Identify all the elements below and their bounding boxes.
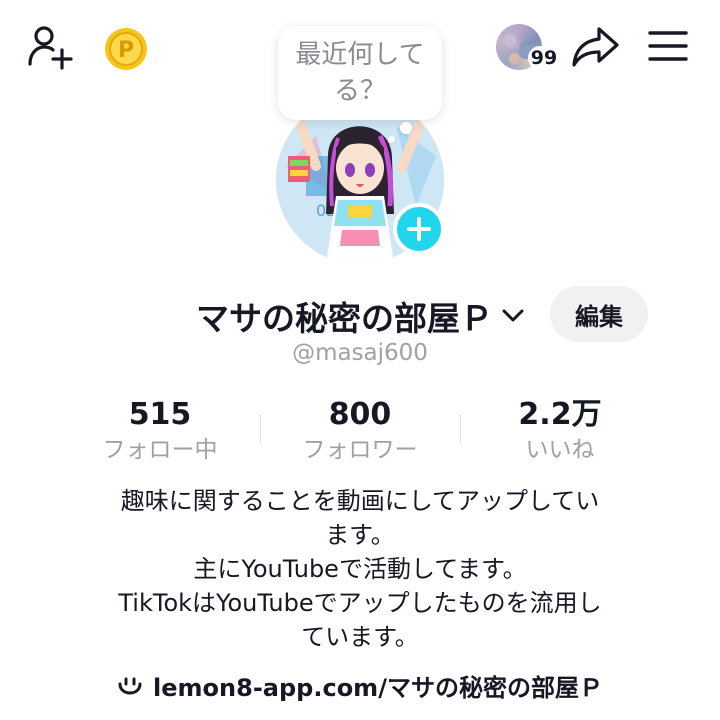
- name-row: マサの秘密の部屋Ｐ 編集: [0, 286, 720, 342]
- share-arrow-icon: [572, 27, 619, 67]
- chevron-down-icon[interactable]: [500, 302, 526, 328]
- add-friend-button[interactable]: [26, 24, 76, 70]
- profile-link-text: lemon8-app.com/マサの秘密の部屋Ｐ: [153, 674, 603, 702]
- followers-label: フォロワー: [302, 437, 418, 463]
- status-bubble[interactable]: 最近何して る？: [278, 26, 442, 120]
- bubble-tail-dot: [400, 122, 412, 134]
- followers-count: 800: [328, 397, 392, 432]
- menu-button[interactable]: [646, 26, 690, 66]
- following-label: フォロー中: [102, 437, 218, 463]
- bio-line: ます。: [325, 521, 395, 549]
- notification-count: 99: [528, 46, 560, 70]
- lemon8-smile-icon: [118, 677, 142, 695]
- following-count: 515: [128, 397, 192, 432]
- coin-icon: P: [105, 28, 147, 70]
- coin-button[interactable]: P: [104, 27, 148, 71]
- profile-name[interactable]: マサの秘密の部屋Ｐ: [196, 292, 493, 340]
- share-button[interactable]: [570, 24, 620, 70]
- stat-following[interactable]: 515 フォロー中: [60, 396, 260, 466]
- bio-line: 趣味に関することを動画にしてアップしてい: [120, 487, 600, 515]
- coin-letter: P: [118, 38, 134, 63]
- bio-line: 主にYouTubeで活動してます。: [193, 555, 527, 583]
- status-bubble-line1: 最近何して: [295, 40, 425, 70]
- stat-likes[interactable]: 2.2万 いいね: [460, 396, 660, 466]
- status-bubble-line2: る？: [333, 76, 386, 106]
- edit-profile-button[interactable]: 編集: [550, 286, 648, 342]
- stat-followers[interactable]: 800 フォロワー: [260, 396, 460, 466]
- likes-label: いいね: [525, 437, 595, 463]
- bio-line: ています。: [301, 623, 419, 651]
- add-story-button[interactable]: [393, 203, 445, 255]
- person-add-icon: [28, 26, 73, 70]
- notification-avatar-button[interactable]: 99: [494, 22, 560, 74]
- bubble-tail-dot-small: [388, 136, 395, 143]
- hamburger-menu-icon: [648, 31, 688, 61]
- profile-bio: 趣味に関することを動画にしてアップしてい ます。 主にYouTubeで活動してま…: [0, 484, 720, 654]
- bio-line: TikTokはYouTubeでアップしたものを流用し: [118, 589, 602, 617]
- likes-count: 2.2万: [518, 397, 602, 432]
- profile-handle: @masaj600: [292, 340, 428, 366]
- plus-icon: [407, 217, 431, 241]
- profile-link[interactable]: lemon8-app.com/マサの秘密の部屋Ｐ: [0, 668, 720, 703]
